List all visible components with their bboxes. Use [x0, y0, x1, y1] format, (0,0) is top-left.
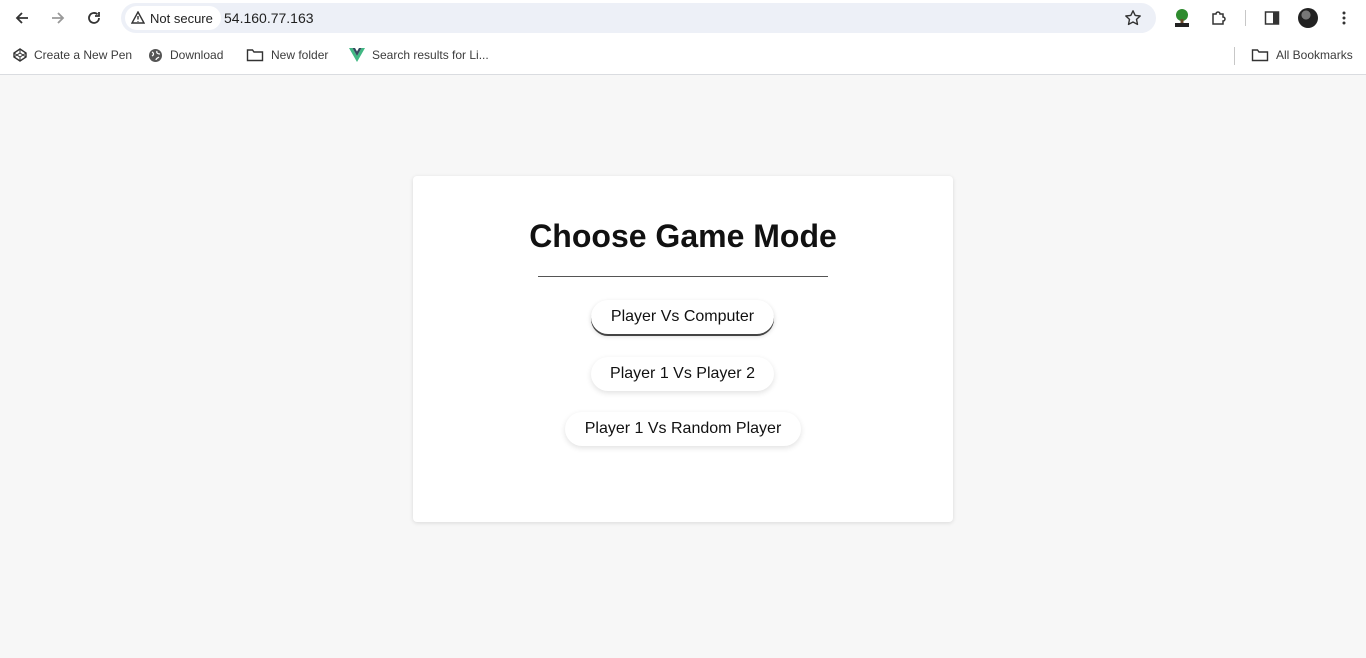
url-text[interactable]: 54.160.77.163	[224, 10, 314, 26]
more-button[interactable]	[1332, 6, 1356, 30]
back-icon	[15, 12, 28, 24]
bookmark-search-results[interactable]: Search results for Li...	[349, 46, 489, 64]
bookmarks-bar: Create a New Pen Download New folder Sea…	[0, 36, 1366, 75]
bookmark-create-pen[interactable]: Create a New Pen	[13, 46, 132, 64]
security-label: Not secure	[150, 10, 213, 26]
bookmark-star-button[interactable]	[1121, 6, 1145, 30]
warning-icon	[131, 11, 145, 24]
bookmark-download[interactable]: Download	[148, 46, 223, 64]
back-button[interactable]	[10, 6, 34, 30]
player1-vs-random-button[interactable]: Player 1 Vs Random Player	[565, 412, 801, 446]
star-icon	[1125, 10, 1141, 26]
bookmark-label: Download	[170, 48, 224, 62]
globe-icon	[149, 48, 162, 62]
html-extension-icon	[1175, 9, 1189, 27]
codepen-icon	[13, 48, 27, 62]
html-extension-button[interactable]	[1170, 6, 1194, 30]
bookmark-new-folder[interactable]: New folder	[246, 46, 328, 64]
reload-button[interactable]	[82, 6, 106, 30]
folder-icon	[1251, 49, 1269, 62]
forward-button[interactable]	[46, 6, 70, 30]
game-mode-card: Choose Game Mode Player Vs Computer Play…	[413, 176, 953, 522]
forward-icon	[52, 12, 65, 24]
all-bookmarks-button[interactable]: All Bookmarks	[1251, 46, 1353, 64]
address-bar[interactable]: Not secure 54.160.77.163	[121, 3, 1156, 33]
side-panel-button[interactable]	[1260, 6, 1284, 30]
avatar[interactable]	[1298, 8, 1318, 28]
bookmark-label: Search results for Li...	[372, 48, 489, 62]
extensions-button[interactable]	[1207, 6, 1231, 30]
title-divider	[538, 276, 828, 277]
vue-icon	[349, 48, 365, 62]
extensions-icon	[1212, 11, 1226, 25]
toolbar-separator	[1245, 10, 1246, 26]
folder-icon	[246, 49, 264, 62]
bookmark-label: New folder	[271, 48, 329, 62]
player1-vs-player2-button[interactable]: Player 1 Vs Player 2	[591, 357, 774, 391]
more-icon	[1342, 11, 1346, 25]
page-title: Choose Game Mode	[529, 218, 837, 254]
bookmark-label: Create a New Pen	[34, 48, 133, 62]
side-panel-icon	[1264, 11, 1280, 25]
page-content: Choose Game Mode Player Vs Computer Play…	[0, 76, 1366, 658]
bookmarks-separator	[1234, 47, 1235, 65]
reload-icon	[88, 12, 100, 24]
all-bookmarks-label: All Bookmarks	[1276, 48, 1353, 62]
player-vs-computer-button[interactable]: Player Vs Computer	[591, 300, 774, 334]
security-chip[interactable]: Not secure	[125, 6, 221, 30]
browser-toolbar: Not secure 54.160.77.163	[0, 0, 1366, 36]
